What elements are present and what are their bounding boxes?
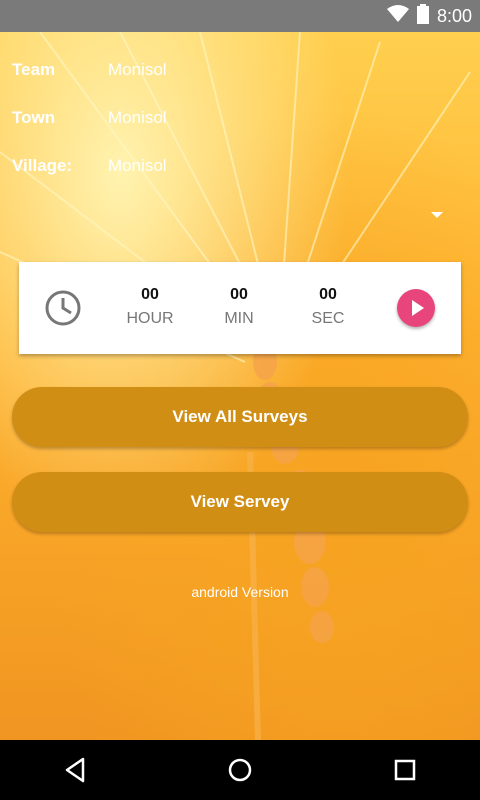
- min-label: MIN: [224, 310, 254, 327]
- team-label: Team: [12, 60, 56, 79]
- hour-field: 00 HOUR: [105, 286, 195, 328]
- sec-value: 00: [319, 286, 337, 303]
- wifi-icon: [386, 4, 409, 28]
- version-text: android Version: [191, 584, 289, 600]
- team-value: Monisol: [108, 60, 167, 79]
- sec-field: 00 SEC: [283, 286, 373, 328]
- dropdown-arrow-icon[interactable]: [431, 212, 443, 218]
- sec-label: SEC: [311, 310, 345, 327]
- village-value: Monisol: [108, 156, 167, 175]
- home-icon[interactable]: [224, 754, 256, 786]
- clock-icon: [43, 288, 83, 328]
- min-value: 00: [230, 286, 248, 303]
- village-label: Village:: [12, 156, 73, 175]
- town-value: Monisol: [108, 108, 167, 127]
- min-field: 00 MIN: [194, 286, 284, 328]
- hour-value: 00: [141, 286, 159, 303]
- hour-label: HOUR: [126, 310, 174, 327]
- back-icon[interactable]: [59, 754, 91, 786]
- recents-icon[interactable]: [389, 754, 421, 786]
- view-servey-button[interactable]: View Servey: [12, 472, 468, 532]
- play-icon[interactable]: [397, 289, 435, 327]
- battery-icon: [416, 3, 429, 29]
- view-all-surveys-button[interactable]: View All Surveys: [12, 387, 468, 447]
- wheat-background: [0, 32, 480, 740]
- navigation-bar: [0, 740, 480, 800]
- wheat-background-image: [0, 32, 471, 740]
- timer-card: 00 HOUR 00 MIN 00 SEC: [19, 262, 461, 354]
- status-time: 8:00: [436, 5, 472, 26]
- status-bar: 8:00: [0, 0, 480, 32]
- town-label: Town: [12, 108, 56, 127]
